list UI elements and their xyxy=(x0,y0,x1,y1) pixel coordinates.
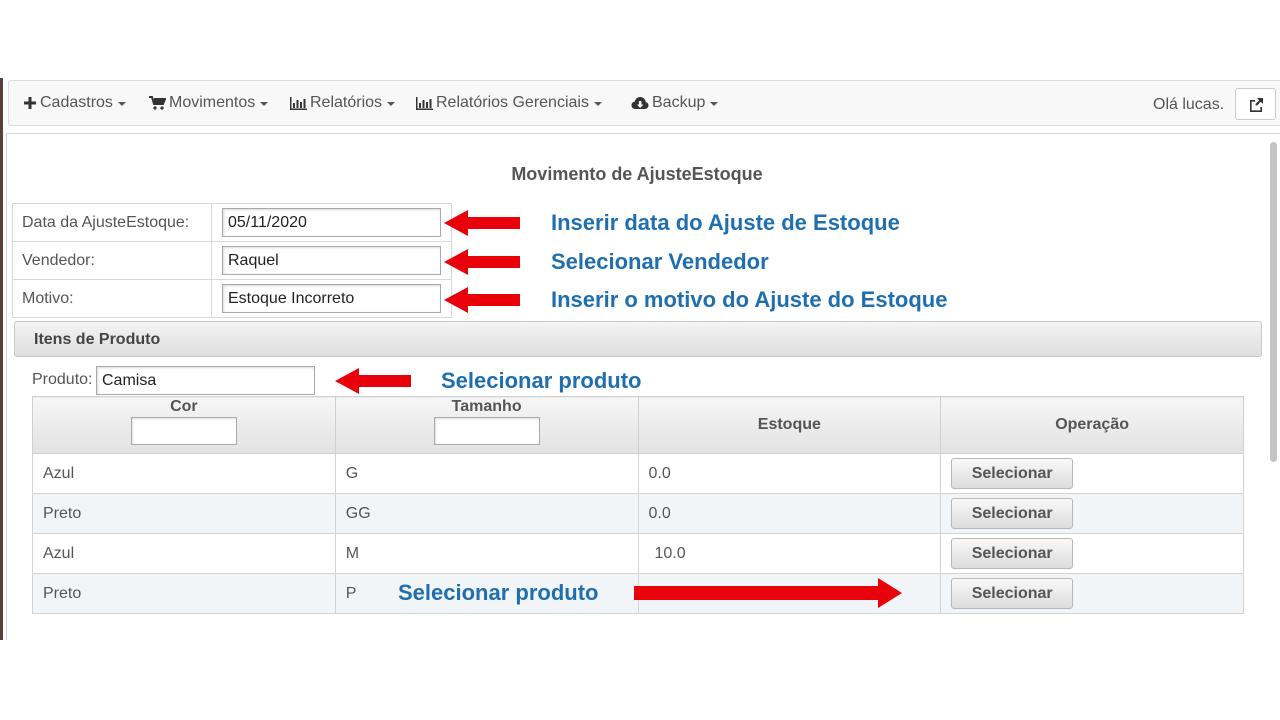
annotation-vendedor: Selecionar Vendedor xyxy=(551,249,769,274)
annotation-row-select: Selecionar produto xyxy=(398,580,599,605)
red-arrow-right-icon xyxy=(634,578,902,608)
caret-down-icon xyxy=(260,102,269,106)
select-button[interactable]: Selecionar xyxy=(951,578,1074,609)
table-row: Preto GG 0.0 Selecionar xyxy=(32,493,1244,534)
share-icon xyxy=(1249,97,1263,112)
bar-chart-icon xyxy=(290,96,307,110)
date-cell xyxy=(211,203,452,242)
cell-tamanho: GG xyxy=(334,493,639,534)
nav-menu-cadastros[interactable]: Cadastros xyxy=(23,94,126,112)
select-button[interactable]: Selecionar xyxy=(951,498,1074,529)
page-title: Movimento de AjusteEstoque xyxy=(511,164,763,184)
column-header-label: Tamanho xyxy=(451,397,522,415)
form-row-vendedor: Vendedor: xyxy=(12,241,452,280)
date-label: Data da AjusteEstoque: xyxy=(12,203,212,242)
product-label: Produto: xyxy=(32,371,93,388)
user-greeting: Olá lucas. xyxy=(1153,96,1225,113)
column-header-operacao: Operação xyxy=(940,396,1244,454)
seller-cell xyxy=(211,241,452,280)
nav-menu-movimentos[interactable]: Movimentos xyxy=(149,94,269,112)
column-header-estoque: Estoque xyxy=(637,396,942,454)
column-header-label: Cor xyxy=(170,397,198,415)
cart-icon xyxy=(149,96,166,110)
cell-tamanho: M xyxy=(334,533,639,574)
seller-label: Vendedor: xyxy=(12,241,212,280)
section-header-itens: Itens de Produto xyxy=(14,321,1262,357)
cell-cor: Azul xyxy=(32,533,336,574)
nav-menu-relatorios[interactable]: Relatórios xyxy=(290,94,396,112)
caret-down-icon xyxy=(710,102,719,106)
cell-cor: Azul xyxy=(32,453,336,494)
table-header-row: Cor Tamanho Estoque Operação xyxy=(32,396,1244,454)
cell-cor: Preto xyxy=(32,493,336,534)
cell-estoque: 0.0 xyxy=(637,453,942,494)
nav-menu-relatorios-gerenciais[interactable]: Relatórios Gerenciais xyxy=(416,94,602,112)
cell-tamanho: G xyxy=(334,453,639,494)
reason-label: Motivo: xyxy=(12,279,212,318)
cell-estoque: 10.0 xyxy=(637,533,942,574)
nav-menu-label: Relatórios xyxy=(310,94,383,111)
select-button[interactable]: Selecionar xyxy=(951,458,1074,489)
color-filter-input[interactable] xyxy=(130,416,237,445)
column-header-tamanho: Tamanho xyxy=(334,396,639,454)
logout-button[interactable] xyxy=(1235,88,1276,120)
product-input[interactable] xyxy=(96,366,315,395)
reason-cell xyxy=(211,279,452,318)
form-row-data: Data da AjusteEstoque: xyxy=(12,203,452,242)
annotation-motivo: Inserir o motivo do Ajuste do Estoque xyxy=(551,287,948,312)
nav-menu-label: Relatórios Gerenciais xyxy=(436,94,589,111)
bar-chart-icon xyxy=(416,96,433,110)
app-window: Cadastros Movimentos Relatórios Relatóri… xyxy=(0,78,1280,640)
red-arrow-left-icon xyxy=(444,249,520,275)
top-navbar: Cadastros Movimentos Relatórios Relatóri… xyxy=(8,80,1280,126)
column-header-cor: Cor xyxy=(32,396,336,454)
table-row: Azul M 10.0 Selecionar xyxy=(32,533,1244,574)
cell-operacao: Selecionar xyxy=(940,453,1244,494)
cell-cor: Preto xyxy=(32,573,336,614)
select-button[interactable]: Selecionar xyxy=(951,538,1074,569)
date-input[interactable] xyxy=(222,208,441,237)
caret-down-icon xyxy=(117,102,126,106)
cell-operacao: Selecionar xyxy=(940,533,1244,574)
red-arrow-left-icon xyxy=(444,287,520,313)
caret-down-icon xyxy=(593,102,602,106)
seller-input[interactable] xyxy=(222,246,441,275)
table-row: Azul G 0.0 Selecionar xyxy=(32,453,1244,494)
red-arrow-left-icon xyxy=(444,210,520,236)
nav-menu-label: Cadastros xyxy=(40,94,113,111)
reason-input[interactable] xyxy=(222,284,441,313)
nav-menu-label: Backup xyxy=(652,94,706,111)
annotation-produto: Selecionar produto xyxy=(441,368,642,393)
annotation-data: Inserir data do Ajuste de Estoque xyxy=(551,210,900,235)
red-arrow-left-icon xyxy=(335,368,411,394)
vertical-scrollbar[interactable] xyxy=(1270,142,1277,462)
size-filter-input[interactable] xyxy=(433,416,540,445)
nav-menu-label: Movimentos xyxy=(169,94,256,111)
form-row-motivo: Motivo: xyxy=(12,279,452,318)
plus-icon xyxy=(24,97,36,109)
caret-down-icon xyxy=(387,102,396,106)
nav-menu-backup[interactable]: Backup xyxy=(631,94,719,112)
cloud-download-icon xyxy=(631,97,649,109)
cell-operacao: Selecionar xyxy=(940,493,1244,534)
cell-estoque: 0.0 xyxy=(637,493,942,534)
movement-form: Data da AjusteEstoque: Vendedor: Motivo: xyxy=(12,203,452,318)
cell-operacao: Selecionar xyxy=(940,573,1244,614)
